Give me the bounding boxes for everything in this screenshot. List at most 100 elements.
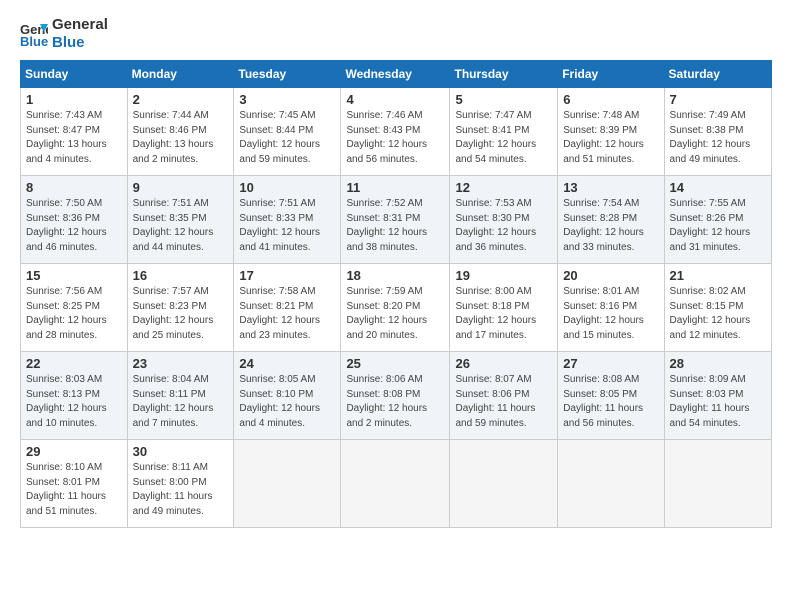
day-number: 24 [239,356,335,371]
calendar-cell: 2Sunrise: 7:44 AMSunset: 8:46 PMDaylight… [127,88,234,176]
day-info: Sunrise: 8:05 AMSunset: 8:10 PMDaylight:… [239,373,335,431]
calendar-cell: 4 Sunrise: 7:46 AMSunset: 8:43 PMDaylight… [341,88,450,176]
day-info: Sunrise: 7:54 AMSunset: 8:28 PMDaylight:… [563,197,658,255]
calendar-header-sunday: Sunday [21,61,128,88]
day-number: 27 [563,356,658,371]
calendar-cell: 22 Sunrise: 8:03 AMSunset: 8:13 PMDayligh… [21,352,128,440]
header: General Blue General Blue [20,16,772,52]
calendar-header-row: SundayMondayTuesdayWednesdayThursdayFrid… [21,61,772,88]
calendar-week-row: 29 Sunrise: 8:10 AMSunset: 8:01 PMDayligh… [21,440,772,528]
calendar-cell: 9Sunrise: 7:51 AMSunset: 8:35 PMDaylight… [127,176,234,264]
day-info: Sunrise: 8:00 AMSunset: 8:18 PMDaylight:… [455,285,552,343]
day-info: Sunrise: 7:58 AMSunset: 8:21 PMDaylight:… [239,285,335,343]
day-info: Sunrise: 7:51 AMSunset: 8:33 PMDaylight:… [239,197,335,255]
day-info: Sunrise: 7:56 AMSunset: 8:25 PMDaylight:… [26,285,122,343]
calendar-cell: 3 Sunrise: 7:45 AMSunset: 8:44 PMDaylight… [234,88,341,176]
calendar-cell [664,440,771,528]
day-number: 11 [346,180,444,195]
day-number: 25 [346,356,444,371]
day-number: 28 [670,356,766,371]
day-number: 23 [133,356,229,371]
day-number: 30 [133,444,229,459]
day-number: 17 [239,268,335,283]
calendar-cell: 10 Sunrise: 7:51 AMSunset: 8:33 PMDayligh… [234,176,341,264]
calendar-week-row: 1Sunrise: 7:43 AMSunset: 8:47 PMDaylight… [21,88,772,176]
calendar-cell: 21Sunrise: 8:02 AMSunset: 8:15 PMDayligh… [664,264,771,352]
logo: General Blue General Blue [20,16,108,52]
day-number: 10 [239,180,335,195]
calendar-cell: 8Sunrise: 7:50 AMSunset: 8:36 PMDaylight… [21,176,128,264]
day-info: Sunrise: 7:59 AMSunset: 8:20 PMDaylight:… [346,285,444,343]
calendar-cell: 11 Sunrise: 7:52 AMSunset: 8:31 PMDayligh… [341,176,450,264]
calendar-week-row: 15 Sunrise: 7:56 AMSunset: 8:25 PMDayligh… [21,264,772,352]
calendar-header-tuesday: Tuesday [234,61,341,88]
day-info: Sunrise: 7:57 AMSunset: 8:23 PMDaylight:… [133,285,229,343]
day-number: 22 [26,356,122,371]
calendar-cell: 17 Sunrise: 7:58 AMSunset: 8:21 PMDayligh… [234,264,341,352]
calendar-table: SundayMondayTuesdayWednesdayThursdayFrid… [20,60,772,528]
calendar-cell: 24 Sunrise: 8:05 AMSunset: 8:10 PMDayligh… [234,352,341,440]
day-number: 5 [455,92,552,107]
day-info: Sunrise: 8:11 AMSunset: 8:00 PMDaylight:… [133,461,229,519]
day-number: 21 [670,268,766,283]
calendar-cell: 14 Sunrise: 7:55 AMSunset: 8:26 PMDayligh… [664,176,771,264]
day-number: 7 [670,92,766,107]
calendar-cell: 12 Sunrise: 7:53 AMSunset: 8:30 PMDayligh… [450,176,558,264]
calendar-cell: 1Sunrise: 7:43 AMSunset: 8:47 PMDaylight… [21,88,128,176]
day-info: Sunrise: 7:55 AMSunset: 8:26 PMDaylight:… [670,197,766,255]
svg-text:Blue: Blue [20,34,48,48]
day-number: 18 [346,268,444,283]
day-number: 26 [455,356,552,371]
day-number: 15 [26,268,122,283]
logo-line2: Blue [52,34,108,52]
day-number: 13 [563,180,658,195]
calendar-cell: 23 Sunrise: 8:04 AMSunset: 8:11 PMDayligh… [127,352,234,440]
calendar-cell [558,440,664,528]
day-info: Sunrise: 8:08 AMSunset: 8:05 PMDaylight:… [563,373,658,431]
day-info: Sunrise: 7:49 AMSunset: 8:38 PMDaylight:… [670,109,766,167]
calendar-header-saturday: Saturday [664,61,771,88]
calendar-header-monday: Monday [127,61,234,88]
day-number: 16 [133,268,229,283]
calendar-cell: 27 Sunrise: 8:08 AMSunset: 8:05 PMDayligh… [558,352,664,440]
calendar-header-thursday: Thursday [450,61,558,88]
calendar-cell [450,440,558,528]
calendar-cell [234,440,341,528]
day-info: Sunrise: 8:09 AMSunset: 8:03 PMDaylight:… [670,373,766,431]
day-info: Sunrise: 8:04 AMSunset: 8:11 PMDaylight:… [133,373,229,431]
calendar-cell: 13 Sunrise: 7:54 AMSunset: 8:28 PMDayligh… [558,176,664,264]
calendar-cell [341,440,450,528]
day-info: Sunrise: 7:52 AMSunset: 8:31 PMDaylight:… [346,197,444,255]
calendar-cell: 18 Sunrise: 7:59 AMSunset: 8:20 PMDayligh… [341,264,450,352]
calendar-header-friday: Friday [558,61,664,88]
calendar-header-wednesday: Wednesday [341,61,450,88]
day-number: 4 [346,92,444,107]
day-info: Sunrise: 8:03 AMSunset: 8:13 PMDaylight:… [26,373,122,431]
day-info: Sunrise: 7:53 AMSunset: 8:30 PMDaylight:… [455,197,552,255]
day-info: Sunrise: 7:46 AMSunset: 8:43 PMDaylight:… [346,109,444,167]
day-number: 8 [26,180,122,195]
day-number: 3 [239,92,335,107]
day-number: 14 [670,180,766,195]
day-number: 29 [26,444,122,459]
calendar-cell: 19Sunrise: 8:00 AMSunset: 8:18 PMDayligh… [450,264,558,352]
day-info: Sunrise: 8:10 AMSunset: 8:01 PMDaylight:… [26,461,122,519]
calendar-week-row: 8Sunrise: 7:50 AMSunset: 8:36 PMDaylight… [21,176,772,264]
calendar-cell: 7 Sunrise: 7:49 AMSunset: 8:38 PMDaylight… [664,88,771,176]
calendar-cell: 15 Sunrise: 7:56 AMSunset: 8:25 PMDayligh… [21,264,128,352]
day-info: Sunrise: 7:44 AMSunset: 8:46 PMDaylight:… [133,109,229,167]
day-info: Sunrise: 8:06 AMSunset: 8:08 PMDaylight:… [346,373,444,431]
calendar-cell: 6Sunrise: 7:48 AMSunset: 8:39 PMDaylight… [558,88,664,176]
calendar-week-row: 22 Sunrise: 8:03 AMSunset: 8:13 PMDayligh… [21,352,772,440]
day-number: 20 [563,268,658,283]
day-info: Sunrise: 7:45 AMSunset: 8:44 PMDaylight:… [239,109,335,167]
calendar-cell: 26 Sunrise: 8:07 AMSunset: 8:06 PMDayligh… [450,352,558,440]
day-info: Sunrise: 7:47 AMSunset: 8:41 PMDaylight:… [455,109,552,167]
calendar-cell: 28 Sunrise: 8:09 AMSunset: 8:03 PMDayligh… [664,352,771,440]
day-info: Sunrise: 8:07 AMSunset: 8:06 PMDaylight:… [455,373,552,431]
calendar-cell: 5 Sunrise: 7:47 AMSunset: 8:41 PMDaylight… [450,88,558,176]
day-number: 12 [455,180,552,195]
logo-line1: General [52,16,108,34]
day-number: 6 [563,92,658,107]
logo-icon: General Blue [20,20,48,48]
